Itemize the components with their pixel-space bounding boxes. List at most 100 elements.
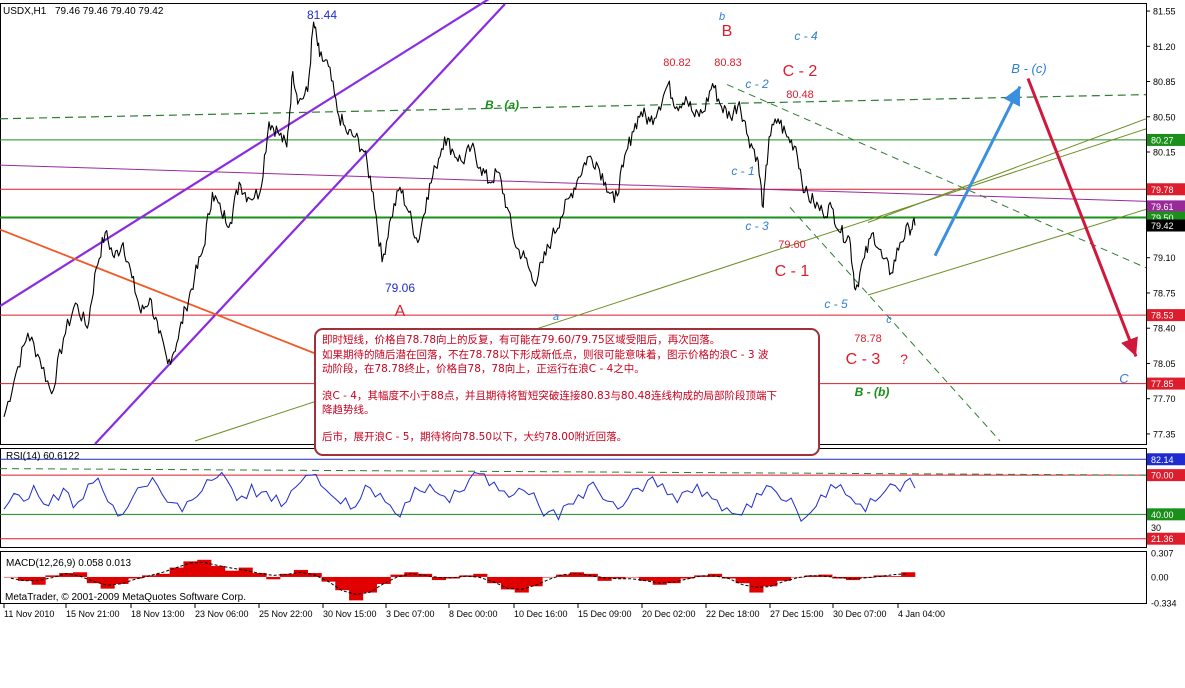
annotation-blue: B - (c) — [1011, 61, 1046, 76]
macd-bar — [211, 566, 226, 577]
time-tick-label: 23 Nov 06:00 — [195, 609, 249, 619]
macd-bar — [569, 572, 585, 577]
macd-bar — [694, 575, 709, 577]
macd-bar — [17, 576, 32, 581]
note-spacer — [322, 418, 812, 430]
rsi-badge-label: 40.00 — [1151, 510, 1174, 520]
macd-bar — [114, 576, 129, 584]
rsi-badge-label: 70.00 — [1151, 471, 1174, 481]
macd-bar — [887, 576, 902, 577]
note-line: 后市，展开浪C - 5，期待将向78.50以下，大约78.00附近回落。 — [322, 430, 628, 443]
annotation-red: A — [395, 303, 406, 320]
symbol-label: USDX,H1 — [3, 6, 47, 17]
price-tick-label: 81.20 — [1153, 42, 1176, 52]
macd-bar — [652, 576, 667, 585]
annotation-green: B - (a) — [485, 98, 519, 112]
macd-bar — [376, 576, 391, 584]
time-tick-label: 4 Jan 04:00 — [898, 609, 945, 619]
price-tick-label: 78.40 — [1153, 324, 1176, 334]
time-tick-label: 18 Nov 13:00 — [131, 609, 185, 619]
level-badge-label: 77.85 — [1151, 379, 1174, 389]
time-tick-label: 15 Dec 09:00 — [578, 609, 632, 619]
time-tick-label: 8 Dec 00:00 — [449, 609, 498, 619]
note-line: 即时短线，价格自78.78向上的反复，有可能在79.60/79.75区域受阻后，… — [322, 334, 721, 346]
macd-bar — [859, 576, 874, 578]
note-line: 浪C - 4，其幅度不小于88点，并且期待将暂短突破连接80.83与80.48连… — [322, 389, 777, 402]
annotation-blue: c - 2 — [745, 77, 769, 91]
time-tick-label: 30 Nov 15:00 — [323, 609, 377, 619]
annotation-blue: C — [1119, 371, 1129, 386]
analysis-note-box: 即时短线，价格自78.78向上的反复，有可能在79.60/79.75区域受阻后，… — [314, 328, 820, 456]
annotation-red: C - 1 — [775, 263, 810, 280]
annotation-blue: 81.44 — [307, 8, 337, 22]
macd-bar — [266, 576, 281, 580]
macd-tick-label: 0.307 — [1151, 549, 1174, 559]
price-tick-label: 80.15 — [1153, 148, 1176, 158]
macd-bar — [556, 574, 571, 577]
price-tick-label: 80.50 — [1153, 112, 1176, 122]
macd-bar — [183, 561, 198, 577]
time-tick-label: 30 Dec 07:00 — [833, 609, 887, 619]
annotation-red: B — [722, 23, 733, 40]
macd-bar — [31, 576, 46, 585]
macd-bar — [128, 576, 143, 579]
level-badge-label: 79.61 — [1151, 202, 1174, 212]
note-line: 降趋势线。 — [322, 404, 375, 417]
time-tick-label: 25 Nov 22:00 — [259, 609, 313, 619]
price-tick-label: 78.75 — [1153, 288, 1176, 298]
rsi-label: RSI(14) 60.6122 — [6, 451, 80, 462]
macd-bar — [100, 576, 115, 589]
price-tick-label: 79.10 — [1153, 253, 1176, 263]
annotation-blue: c — [886, 314, 892, 326]
copyright-label: MetaTrader, © 2001-2009 MetaQuotes Softw… — [5, 592, 246, 603]
annotation-red: 80.48 — [786, 89, 814, 101]
price-tick-label: 81.55 — [1153, 7, 1176, 17]
ohlc-label: 79.46 79.46 79.40 79.42 — [55, 6, 164, 17]
annotation-red: 79.60 — [778, 239, 806, 251]
macd-bar — [901, 572, 916, 577]
rsi-badge-label: 21.36 — [1151, 534, 1174, 544]
annotation-red: 80.83 — [714, 57, 742, 69]
macd-bar — [238, 567, 253, 577]
time-tick-label: 20 Dec 02:00 — [642, 609, 696, 619]
level-badge-label: 80.27 — [1151, 135, 1174, 145]
macd-bar — [197, 559, 212, 577]
annotation-red: ? — [900, 351, 908, 367]
macd-bar — [4, 576, 19, 578]
annotation-red: 80.82 — [663, 57, 691, 69]
macd-bar — [280, 573, 295, 577]
note-line: 如果期待的随后潜在回落，不在78.78以下形成新低点，则很可能意味着，图示价格的… — [322, 348, 769, 361]
time-tick-label: 11 Nov 2010 — [4, 609, 54, 619]
macd-bar — [638, 576, 654, 581]
macd-bar — [362, 576, 377, 593]
price-tick-label: 78.05 — [1153, 359, 1176, 369]
macd-bar — [335, 576, 350, 591]
annotation-blue: 79.06 — [385, 281, 415, 295]
time-tick-label: 10 Dec 16:00 — [514, 609, 568, 619]
annotation-blue: a — [553, 311, 559, 323]
macd-bar — [845, 576, 861, 581]
time-tick-label: 22 Dec 18:00 — [706, 609, 760, 619]
macd-bar — [155, 573, 170, 577]
rsi-badge-label: 82.14 — [1151, 455, 1174, 465]
macd-tick-label: 0.00 — [1151, 572, 1169, 582]
annotation-blue: c - 1 — [731, 164, 754, 178]
note-line: 动阶段，在78.78终止，价格自78，78向上，正运行在浪C - 4之中。 — [322, 363, 645, 376]
annotation-blue: c - 4 — [794, 29, 818, 43]
price-tick-label: 80.85 — [1153, 77, 1176, 87]
macd-bar — [500, 576, 516, 590]
macd-bar — [459, 575, 474, 577]
macd-bar — [514, 576, 529, 593]
annotation-red: C - 2 — [783, 63, 818, 80]
time-tick-label: 15 Nov 21:00 — [66, 609, 120, 619]
macd-bar — [776, 576, 792, 581]
macd-tick-label: -0.334 — [1151, 599, 1177, 609]
annotation-red: 78.78 — [854, 333, 882, 345]
rsi-panel-frame — [0, 448, 1147, 548]
annotation-blue: b — [719, 11, 725, 23]
time-tick-label: 3 Dec 07:00 — [386, 609, 435, 619]
level-badge-label: 78.53 — [1151, 311, 1174, 321]
level-badge-label: 79.78 — [1151, 185, 1174, 195]
macd-bar — [349, 576, 364, 601]
macd-bar — [445, 576, 460, 579]
